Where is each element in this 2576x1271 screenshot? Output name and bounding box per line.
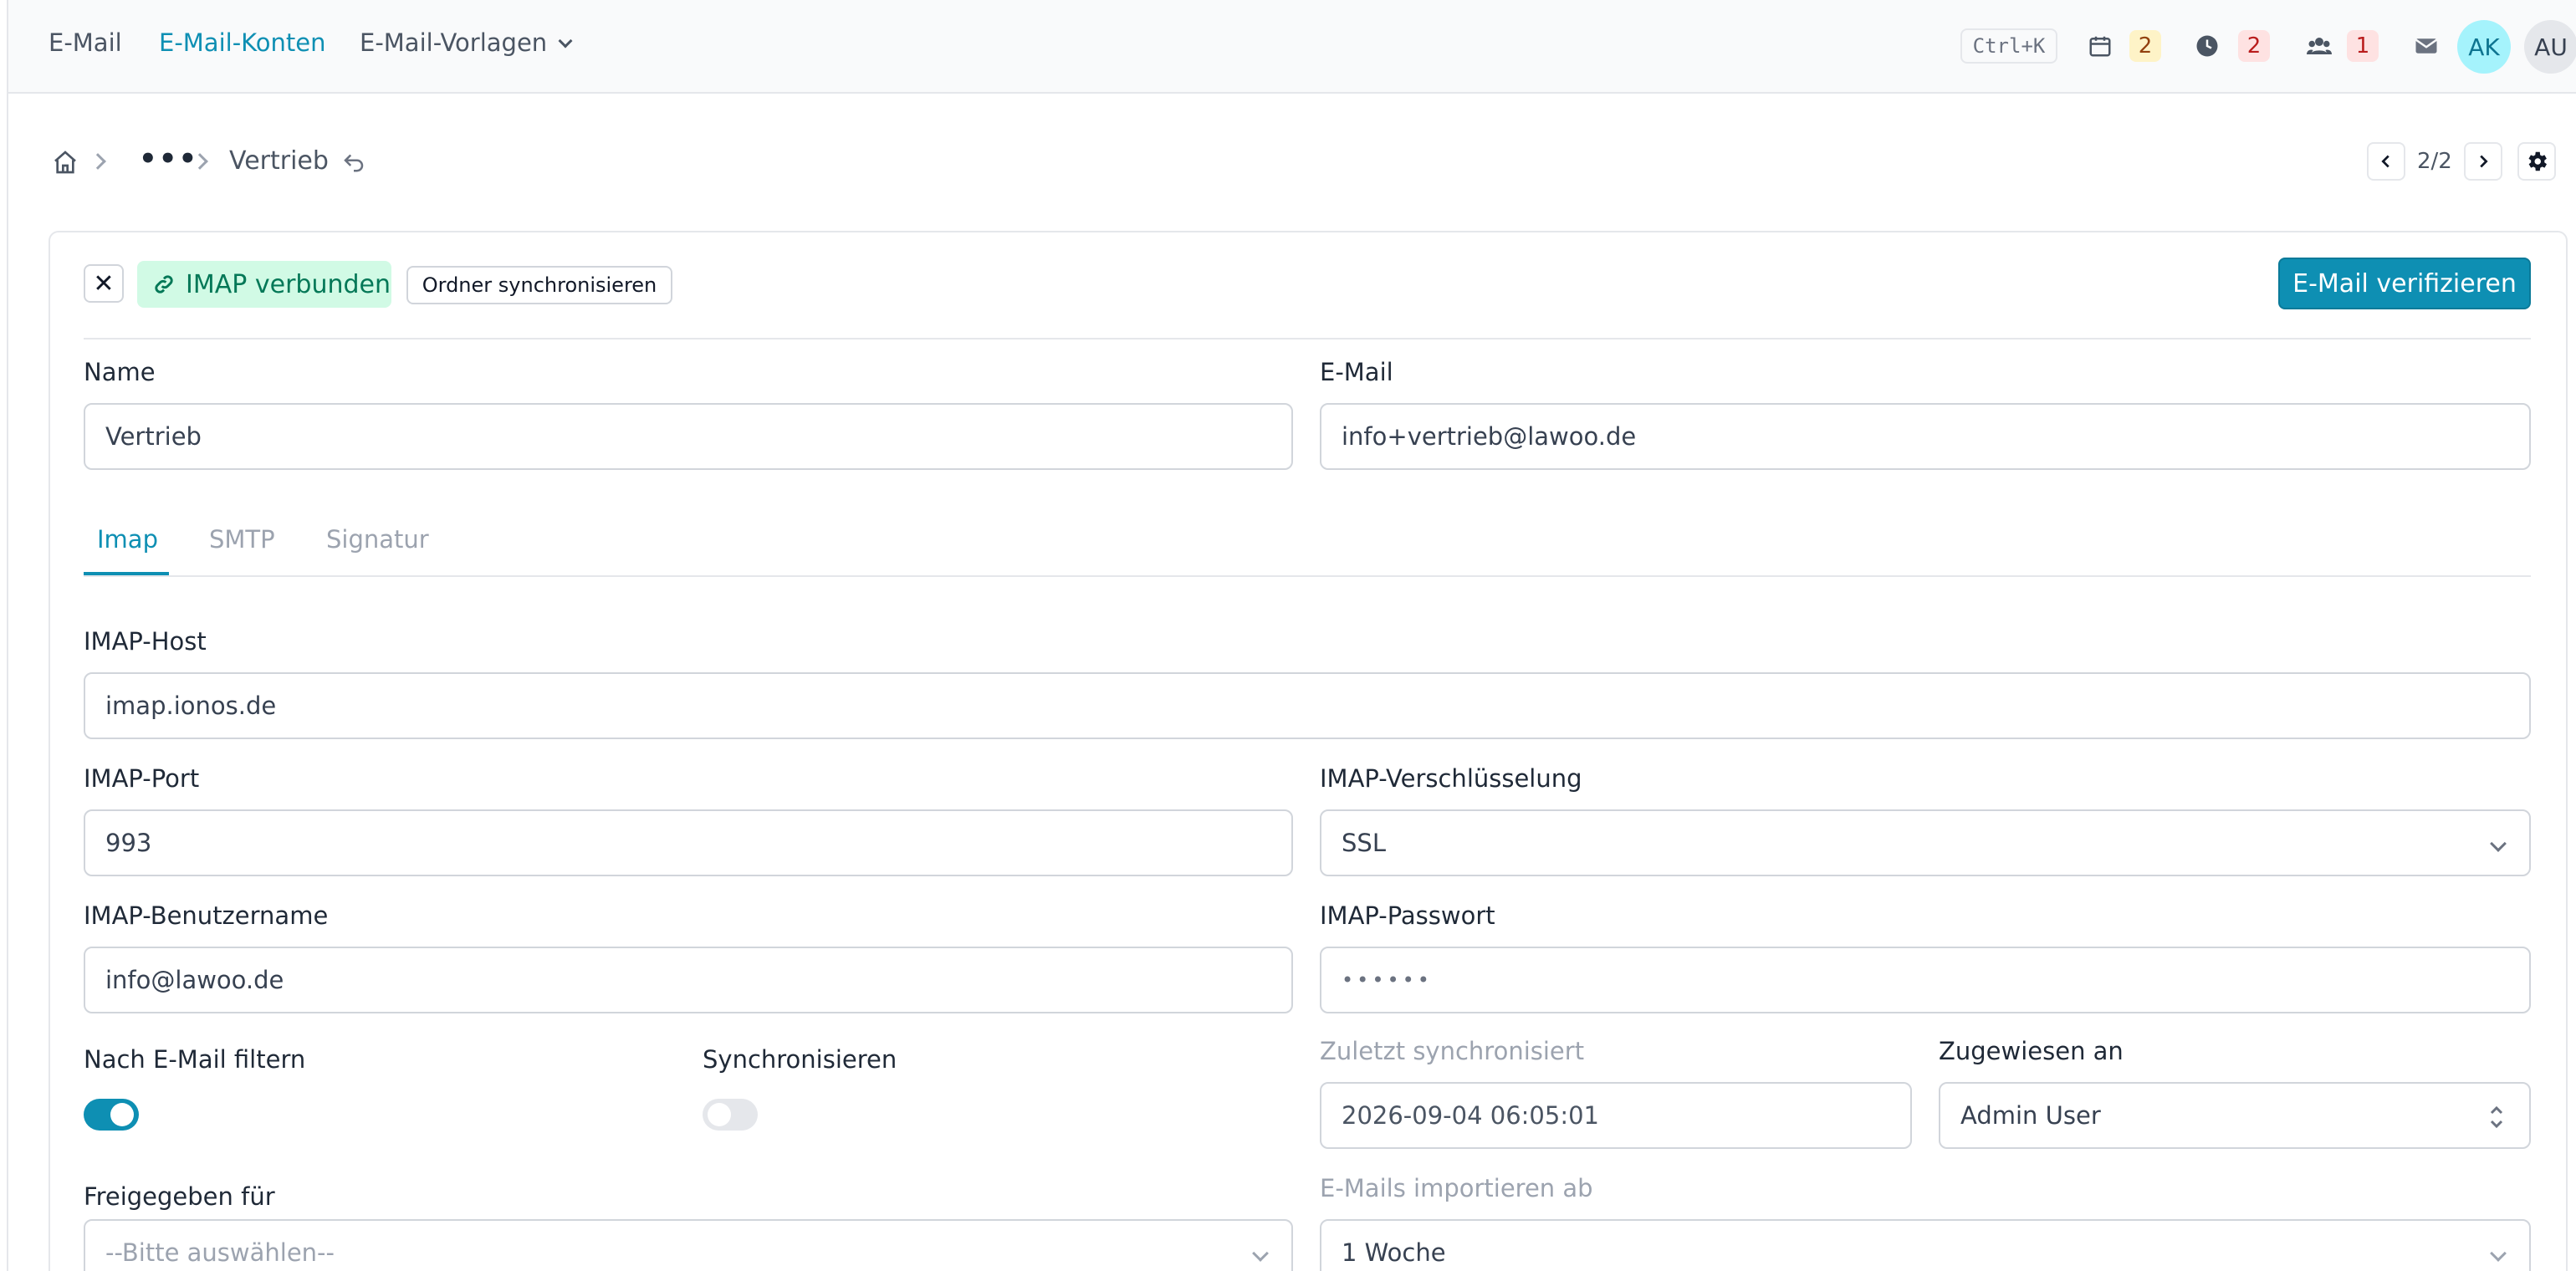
link-icon xyxy=(155,275,173,294)
imap-username-input[interactable]: info@lawoo.de xyxy=(84,947,1293,1013)
chevron-down-icon xyxy=(558,33,573,48)
name-label: Name xyxy=(84,358,156,386)
tab-signatur[interactable]: Signatur xyxy=(326,525,429,554)
pager-position: 2/2 xyxy=(2417,149,2452,174)
imap-encryption-value: SSL xyxy=(1342,829,1386,857)
imap-username-label: IMAP-Benutzername xyxy=(84,901,329,930)
toggle-knob xyxy=(708,1103,731,1126)
next-record-button[interactable] xyxy=(2464,142,2502,181)
mail-icon[interactable] xyxy=(2414,33,2439,59)
close-button[interactable]: ✕ xyxy=(84,264,124,303)
nav-email[interactable]: E-Mail xyxy=(49,28,122,57)
imap-status-badge: IMAP verbunden xyxy=(137,261,391,308)
toggle-knob xyxy=(110,1103,134,1126)
chevron-down-icon xyxy=(2490,835,2507,852)
shared-for-select[interactable]: --Bitte auswählen-- xyxy=(84,1219,1293,1271)
clock-icon[interactable] xyxy=(2195,33,2220,59)
tab-smtp[interactable]: SMTP xyxy=(209,525,275,554)
import-from-value: 1 Woche xyxy=(1342,1238,1446,1267)
active-tab-indicator xyxy=(84,572,169,575)
breadcrumb-separator-icon xyxy=(89,153,106,170)
filter-by-email-toggle[interactable] xyxy=(84,1099,139,1131)
chevron-left-icon xyxy=(2381,155,2389,168)
chevron-down-icon xyxy=(2490,1245,2507,1262)
name-input[interactable]: Vertrieb xyxy=(84,403,1293,470)
nav-email-templates-label: E-Mail-Vorlagen xyxy=(360,28,548,57)
chevron-down-icon xyxy=(1252,1245,1269,1262)
users-count-badge: 1 xyxy=(2347,30,2379,62)
imap-password-input[interactable]: •••••• xyxy=(1320,947,2531,1013)
avatar-au[interactable]: AU xyxy=(2524,20,2576,74)
verify-email-button[interactable]: E-Mail verifizieren xyxy=(2278,258,2531,309)
breadcrumb-more-icon[interactable]: ••• xyxy=(139,142,198,176)
last-synced-label: Zuletzt synchronisiert xyxy=(1320,1037,1585,1065)
imap-status-text: IMAP verbunden xyxy=(186,269,391,299)
filter-by-email-label: Nach E-Mail filtern xyxy=(84,1045,306,1074)
command-palette-shortcut[interactable]: Ctrl+K xyxy=(1960,28,2057,64)
header-divider xyxy=(84,338,2531,339)
assigned-to-label: Zugewiesen an xyxy=(1939,1037,2124,1065)
tab-bar-border xyxy=(84,575,2531,577)
calendar-icon[interactable] xyxy=(2088,33,2113,59)
chevron-up-down-icon xyxy=(2490,1105,2503,1129)
close-icon: ✕ xyxy=(93,268,115,299)
chevron-right-icon xyxy=(2480,155,2488,168)
undo-icon[interactable] xyxy=(341,149,366,174)
assigned-to-select[interactable]: Admin User xyxy=(1939,1082,2531,1149)
email-label: E-Mail xyxy=(1320,358,1393,386)
avatar-ak[interactable]: AK xyxy=(2457,20,2511,74)
email-input[interactable]: info+vertrieb@lawoo.de xyxy=(1320,403,2531,470)
breadcrumb-current: Vertrieb xyxy=(229,146,329,176)
imap-host-label: IMAP-Host xyxy=(84,627,207,656)
imap-port-label: IMAP-Port xyxy=(84,764,200,793)
password-mask: •••••• xyxy=(1342,968,1433,992)
users-icon[interactable] xyxy=(2307,33,2332,59)
shared-for-placeholder: --Bitte auswählen-- xyxy=(105,1238,335,1267)
shared-for-label: Freigegeben für xyxy=(84,1182,275,1211)
home-icon[interactable] xyxy=(52,149,79,176)
imap-password-label: IMAP-Passwort xyxy=(1320,901,1495,930)
calendar-count-badge: 2 xyxy=(2129,30,2161,62)
assigned-to-value: Admin User xyxy=(1960,1101,2101,1130)
nav-email-templates[interactable]: E-Mail-Vorlagen xyxy=(360,28,573,57)
imap-port-input[interactable]: 993 xyxy=(84,809,1293,876)
top-navigation: E-Mail E-Mail-Konten E-Mail-Vorlagen Ctr… xyxy=(8,0,2576,94)
app-frame: E-Mail E-Mail-Konten E-Mail-Vorlagen Ctr… xyxy=(7,0,2576,1271)
settings-button[interactable] xyxy=(2517,142,2556,181)
tab-imap[interactable]: Imap xyxy=(97,525,158,554)
clock-count-badge: 2 xyxy=(2238,30,2270,62)
previous-record-button[interactable] xyxy=(2367,142,2405,181)
last-synced-field: 2026-09-04 06:05:01 xyxy=(1320,1082,1912,1149)
gear-icon xyxy=(2528,151,2547,171)
imap-host-input[interactable]: imap.ionos.de xyxy=(84,672,2531,739)
synchronize-label: Synchronisieren xyxy=(703,1045,897,1074)
imap-encryption-select[interactable]: SSL xyxy=(1320,809,2531,876)
sync-folders-button[interactable]: Ordner synchronisieren xyxy=(406,266,672,304)
imap-encryption-label: IMAP-Verschlüsselung xyxy=(1320,764,1582,793)
import-from-select[interactable]: 1 Woche xyxy=(1320,1219,2531,1271)
synchronize-toggle[interactable] xyxy=(703,1099,758,1131)
nav-email-accounts[interactable]: E-Mail-Konten xyxy=(159,28,325,57)
import-from-label: E-Mails importieren ab xyxy=(1320,1174,1593,1202)
